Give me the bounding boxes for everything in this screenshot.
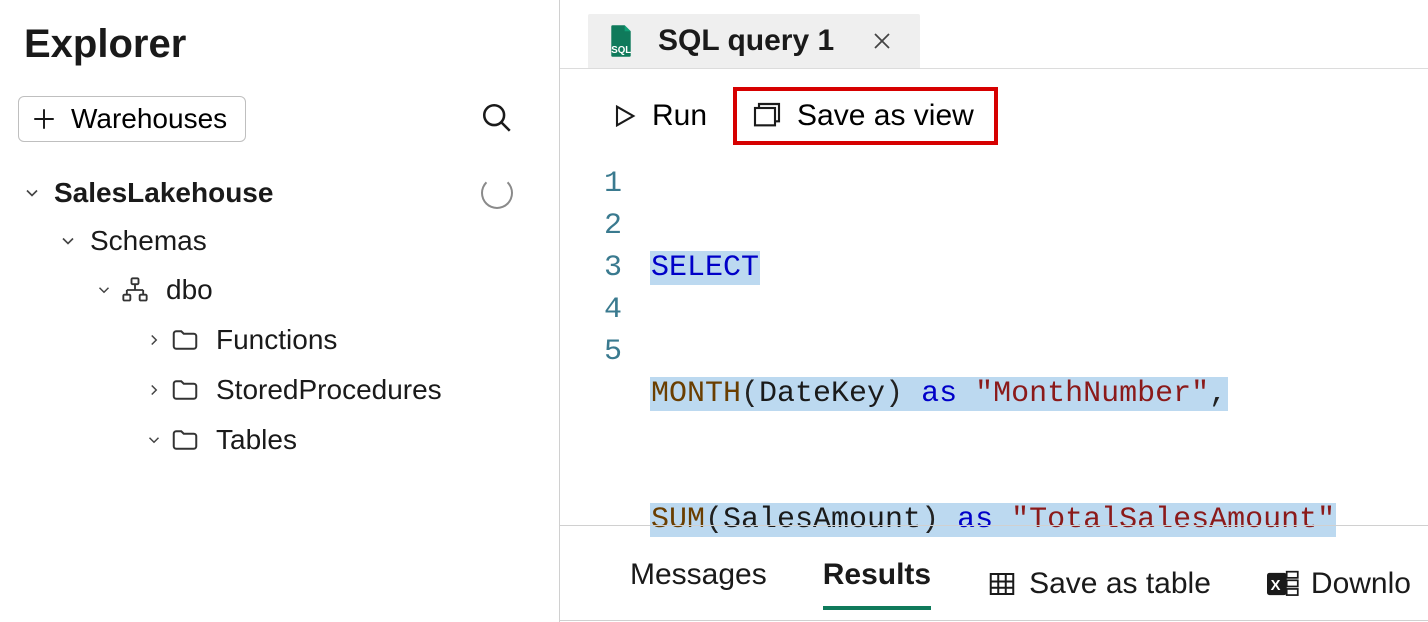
excel-icon: X [1267, 569, 1299, 599]
download-label: Downlo [1311, 567, 1411, 601]
editor-panel: SQL SQL query 1 Run [560, 0, 1428, 622]
table-icon [987, 569, 1017, 599]
save-view-icon [751, 100, 783, 132]
run-label: Run [652, 99, 707, 133]
folder-icon [168, 373, 202, 407]
chevron-down-icon [90, 276, 118, 304]
search-button[interactable] [473, 95, 521, 143]
explorer-panel: Explorer Warehouses [0, 0, 560, 622]
chevron-right-icon [140, 376, 168, 404]
tree-item-schemas[interactable]: Schemas [18, 217, 541, 265]
tree-label: StoredProcedures [208, 374, 442, 406]
tab-title: SQL query 1 [658, 24, 834, 58]
tree-item-storedprocs[interactable]: StoredProcedures [18, 365, 541, 415]
tree-item-tables[interactable]: Tables [18, 415, 541, 465]
tree-label: Functions [208, 324, 337, 356]
schema-icon [118, 273, 152, 307]
loading-spinner-icon [481, 177, 513, 209]
folder-icon [168, 423, 202, 457]
tree-item-functions[interactable]: Functions [18, 315, 541, 365]
chevron-down-icon [18, 179, 46, 207]
explorer-tree: SalesLakehouse Schemas [18, 169, 541, 465]
editor-gutter: 1 2 3 4 5 [560, 163, 650, 501]
tree-label: Schemas [82, 225, 207, 257]
tree-label: SalesLakehouse [46, 177, 273, 209]
editor-code[interactable]: SELECT MONTH(DateKey) as "MonthNumber", … [650, 163, 1336, 501]
tree-label: Tables [208, 424, 297, 456]
explorer-title: Explorer [24, 22, 541, 67]
plus-icon [31, 106, 57, 132]
line-number: 4 [560, 289, 622, 331]
line-number: 1 [560, 163, 622, 205]
results-bar: Messages Results Save as table [560, 525, 1428, 610]
save-as-view-label: Save as view [797, 99, 974, 133]
save-as-view-button[interactable]: Save as view [733, 87, 998, 145]
run-button[interactable]: Run [596, 93, 721, 139]
chevron-down-icon [140, 426, 168, 454]
tab-results[interactable]: Results [823, 558, 931, 610]
tab-messages[interactable]: Messages [630, 558, 767, 610]
tree-item-lakehouse[interactable]: SalesLakehouse [18, 169, 541, 217]
tab-sql-query[interactable]: SQL SQL query 1 [588, 14, 920, 68]
chevron-down-icon [54, 227, 82, 255]
line-number: 5 [560, 331, 622, 373]
close-icon[interactable] [870, 29, 898, 53]
tab-bar: SQL SQL query 1 [560, 0, 1428, 69]
download-button[interactable]: X Downlo [1267, 567, 1411, 601]
save-as-table-button[interactable]: Save as table [987, 567, 1211, 601]
play-icon [610, 102, 638, 130]
warehouses-label: Warehouses [71, 103, 227, 135]
editor-toolbar: Run Save as view [560, 69, 1428, 161]
svg-text:X: X [1271, 578, 1281, 594]
svg-text:SQL: SQL [611, 45, 631, 56]
search-icon [480, 101, 514, 138]
save-as-table-label: Save as table [1029, 567, 1211, 601]
add-warehouses-button[interactable]: Warehouses [18, 96, 246, 142]
line-number: 3 [560, 247, 622, 289]
sql-editor[interactable]: 1 2 3 4 5 SELECT MONTH(DateKey) as "Mont… [560, 161, 1428, 501]
chevron-right-icon [140, 326, 168, 354]
tree-item-dbo[interactable]: dbo [18, 265, 541, 315]
tree-label: dbo [158, 274, 213, 306]
line-number: 2 [560, 205, 622, 247]
folder-icon [168, 323, 202, 357]
sql-file-icon: SQL [606, 24, 638, 58]
